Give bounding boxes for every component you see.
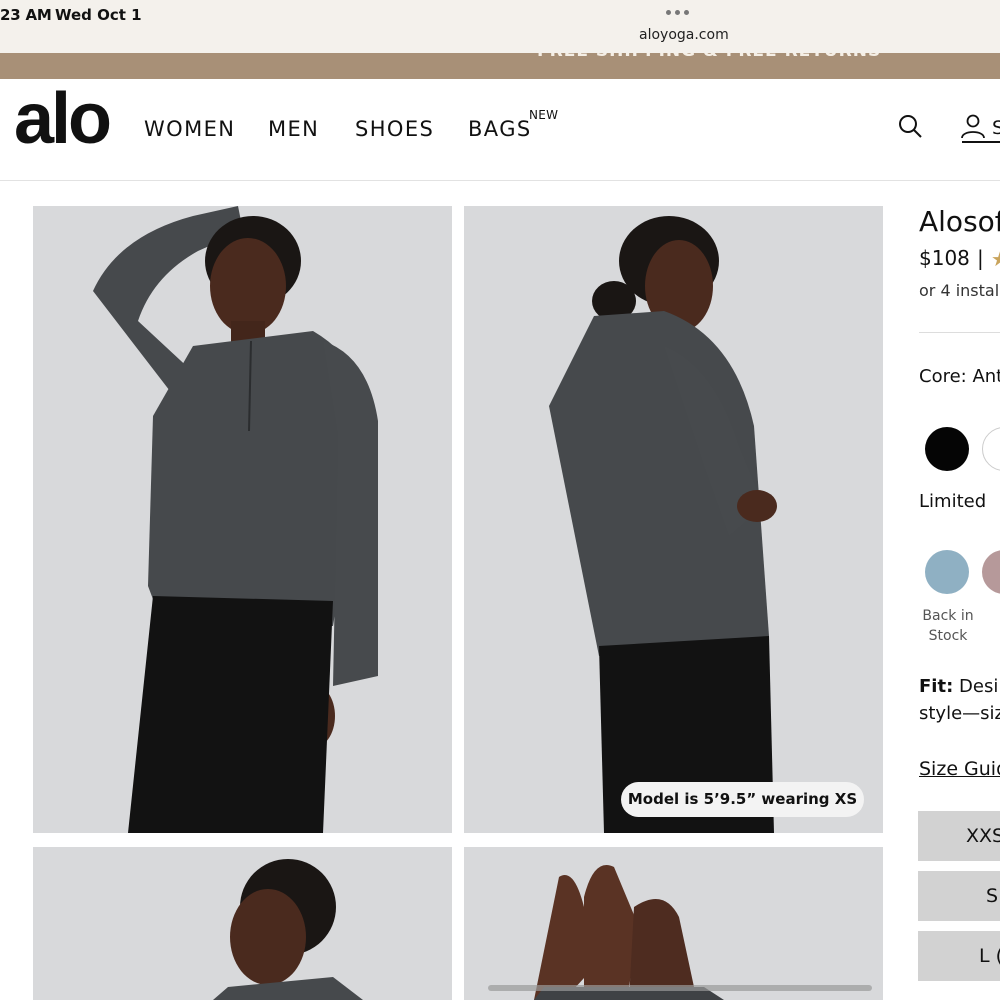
product-price: $108 (919, 246, 970, 270)
site-header: alo WOMEN MEN SHOES BAGS NEW S (0, 79, 1000, 181)
fit-info: Fit: Desi (919, 676, 998, 697)
size-button-l[interactable]: L ( (918, 931, 1000, 981)
promo-text: FREE SHIPPING & FREE RETURNS (537, 53, 881, 61)
search-icon[interactable] (897, 113, 923, 139)
price-separator: | (977, 246, 984, 270)
product-photo-back[interactable] (464, 206, 883, 833)
color-label: Core: Ant (919, 366, 1000, 387)
status-time: 23 AM (0, 6, 52, 24)
promo-banner: FREE SHIPPING & FREE RETURNS (0, 53, 1000, 79)
swatch-blue[interactable] (925, 550, 969, 594)
account-label[interactable]: S (992, 117, 1000, 139)
alo-logo[interactable]: alo (14, 83, 112, 155)
nav-bags[interactable]: BAGS (468, 117, 532, 141)
scroll-indicator[interactable] (488, 985, 872, 991)
model-size-info: Model is 5’9.5” wearing XS (621, 782, 864, 817)
installments-text: or 4 install (919, 281, 1000, 300)
product-photo-hand[interactable] (464, 847, 883, 1000)
new-badge: NEW (529, 108, 559, 122)
swatch-black[interactable] (925, 427, 969, 471)
swatch-mauve[interactable] (982, 550, 1000, 594)
status-date: Wed Oct 1 (55, 6, 142, 24)
size-button-s[interactable]: S (918, 871, 1000, 921)
url-text: aloyoga.com (639, 27, 729, 43)
model-back-image (464, 206, 883, 833)
swatch-white[interactable] (982, 427, 1000, 471)
fit-text: Desi (959, 676, 999, 697)
model-front-image (33, 206, 452, 833)
nav-men[interactable]: MEN (268, 117, 319, 141)
size-button-xxs[interactable]: XXS (918, 811, 1000, 861)
product-title: Alosof (919, 205, 1000, 238)
multitasking-dots-icon[interactable] (666, 10, 689, 15)
size-guide-link[interactable]: Size Guid (919, 758, 1000, 780)
limited-label: Limited (919, 491, 987, 512)
model-hand-image (464, 847, 883, 1000)
product-photo-front[interactable] (33, 206, 452, 833)
status-bar: 23 AM Wed Oct 1 aloyoga.com (0, 0, 1000, 53)
nav-women[interactable]: WOMEN (144, 117, 235, 141)
product-photo-detail[interactable] (33, 847, 452, 1000)
account-icon[interactable] (960, 113, 986, 139)
model-detail-image (33, 847, 452, 1000)
back-in-stock-label: Back in Stock (922, 608, 974, 644)
fit-text-line-2: style—siz (919, 703, 1000, 724)
fit-label: Fit: (919, 676, 954, 697)
rating-star-icon[interactable]: ★ (991, 247, 1000, 271)
nav-shoes[interactable]: SHOES (355, 117, 434, 141)
account-underline (962, 141, 1000, 143)
divider (919, 332, 1000, 333)
